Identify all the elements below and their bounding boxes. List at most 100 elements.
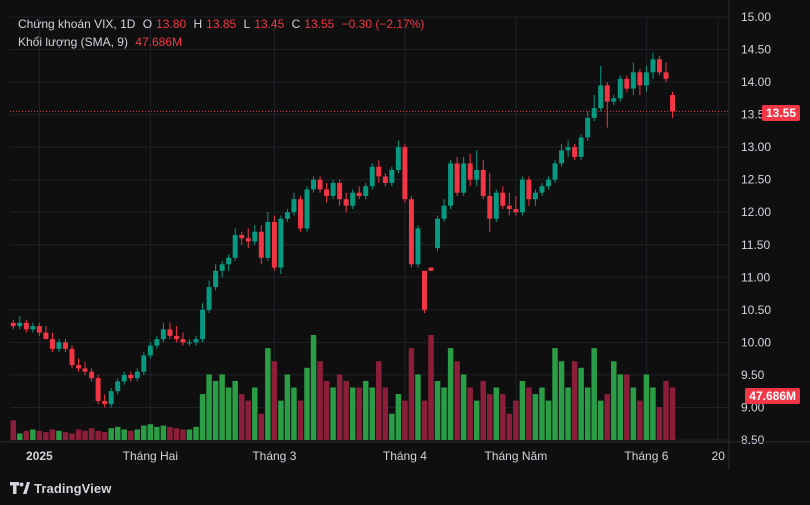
volume-bar xyxy=(160,425,167,440)
candle-body xyxy=(10,322,16,327)
volume-bar xyxy=(545,400,552,440)
legend-open-label: O xyxy=(142,17,153,31)
candle-body xyxy=(226,257,232,265)
candle-body xyxy=(637,72,643,86)
legend-low: 13.45 xyxy=(254,17,285,31)
candle-body xyxy=(474,169,480,180)
candle-body xyxy=(585,117,591,138)
price-tick-label: 9.50 xyxy=(741,368,765,382)
volume-bar xyxy=(650,387,656,440)
volume-bar xyxy=(258,413,265,440)
volume-bar xyxy=(389,413,395,440)
tradingview-brand[interactable]: TradingView xyxy=(34,481,111,496)
legend-symbol: Chứng khoán VIX, 1D xyxy=(18,17,136,31)
candle-body xyxy=(49,339,55,349)
volume-bar xyxy=(532,394,539,440)
candle-body xyxy=(239,235,245,239)
volume-legend: Khối lượng (SMA, 9) 47.686M xyxy=(18,35,186,49)
volume-bar xyxy=(232,380,238,440)
volume-bar xyxy=(526,387,532,440)
candle-body xyxy=(76,365,82,369)
candle-body xyxy=(650,59,656,73)
candle-body xyxy=(441,205,447,219)
time-tick-label: 2025 xyxy=(26,449,53,463)
volume-bar xyxy=(565,387,571,440)
volume-bar xyxy=(206,374,212,440)
candle-body xyxy=(376,166,382,177)
candle-body xyxy=(513,208,519,213)
time-tick-label: Tháng 4 xyxy=(383,449,427,463)
tradingview-footer[interactable]: TradingView xyxy=(10,479,111,497)
volume-bar xyxy=(336,374,343,440)
time-tick-label: Tháng 6 xyxy=(624,449,668,463)
candle-body xyxy=(265,221,271,258)
volume-bar xyxy=(310,335,317,440)
candle-body xyxy=(402,147,408,200)
time-tick-label: Tháng Hai xyxy=(123,449,178,463)
candle-body xyxy=(30,326,36,330)
candle-body xyxy=(297,199,303,229)
candle-body xyxy=(160,329,166,340)
candle-body xyxy=(572,147,578,157)
candle-body xyxy=(565,147,571,151)
candle-body xyxy=(356,192,362,196)
candle-body xyxy=(173,335,179,340)
candle-body xyxy=(102,400,108,405)
volume-bar xyxy=(147,424,154,440)
legend-close: 13.55 xyxy=(304,17,335,31)
volume-bar xyxy=(369,387,376,440)
candle-body xyxy=(350,192,356,206)
price-tick-label: 15.00 xyxy=(741,10,771,24)
legend-change: −0.30 (−2.17%) xyxy=(341,17,425,31)
volume-bar xyxy=(82,430,88,440)
volume-bar xyxy=(75,429,82,440)
candle-body xyxy=(324,189,330,196)
volume-bar xyxy=(167,426,173,440)
volume-bar xyxy=(500,394,506,440)
candle-body xyxy=(643,72,649,86)
candle-body xyxy=(337,182,343,200)
volume-bar xyxy=(473,400,480,440)
volume-bar xyxy=(402,400,408,440)
volume-bar xyxy=(304,367,310,440)
candle-body xyxy=(187,342,192,344)
price-tick-label: 11.00 xyxy=(741,270,770,284)
volume-bar xyxy=(617,374,624,440)
candle-body xyxy=(428,267,434,271)
volume-bar xyxy=(180,429,186,440)
volume-legend-label: Khối lượng (SMA, 9) xyxy=(18,35,128,49)
chart-area[interactable]: 15.00 14.50 14.00 13.50 13.00 12.50 12.00 11.50… xyxy=(0,0,810,470)
candle-body xyxy=(382,176,388,183)
volume-bar xyxy=(245,400,251,440)
candle-body xyxy=(36,326,42,333)
volume-bar xyxy=(278,400,284,440)
candle-body xyxy=(343,199,349,206)
candlestick-chart[interactable]: 15.0014.5014.0013.5013.0012.5012.0011.50… xyxy=(0,0,810,470)
price-tick-label: 12.50 xyxy=(741,173,771,187)
candle-body xyxy=(317,179,323,190)
volume-bar xyxy=(225,387,232,440)
candle-body xyxy=(63,342,68,349)
volume-bar xyxy=(17,433,23,440)
tradingview-logo-icon[interactable] xyxy=(10,481,30,495)
candle-body xyxy=(232,235,238,258)
candle-body xyxy=(598,85,604,109)
volume-bar xyxy=(186,429,193,440)
volume-bar xyxy=(591,348,597,440)
candle-body xyxy=(167,329,173,336)
volume-bar xyxy=(219,374,225,440)
volume-bar xyxy=(519,380,526,440)
price-tick-label: 14.50 xyxy=(741,43,771,57)
volume-bar xyxy=(43,432,49,440)
volume-bar xyxy=(637,400,643,440)
candle-body xyxy=(311,179,316,190)
price-tick-label: 13.00 xyxy=(741,140,771,154)
volume-bar xyxy=(95,430,101,440)
volume-bar xyxy=(271,361,278,440)
price-tick-label: 11.50 xyxy=(741,238,770,252)
candle-body xyxy=(121,374,127,382)
volume-bar xyxy=(578,367,584,440)
candle-body xyxy=(115,381,121,392)
volume-bar xyxy=(297,400,304,440)
volume-bar xyxy=(376,361,382,440)
